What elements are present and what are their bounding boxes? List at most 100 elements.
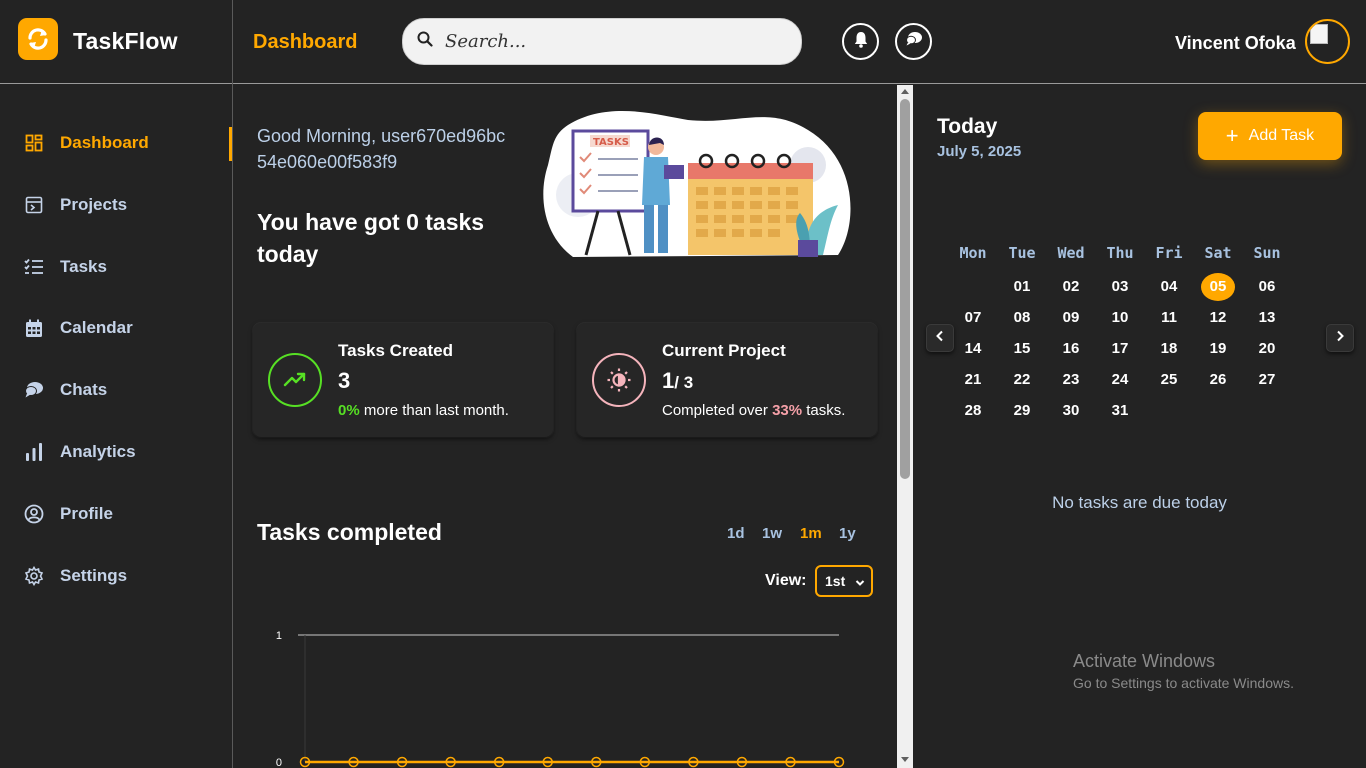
main-content: Good Morning, user670ed96bc54e060e00f583… xyxy=(233,85,897,768)
card-title: Current Project xyxy=(662,341,786,360)
tasks-created-card: Tasks Created 3 0% more than last month. xyxy=(253,323,553,437)
tasks-icon xyxy=(24,257,44,277)
card-subtext-pre: Completed over xyxy=(662,402,773,419)
card-value-current: 1 xyxy=(662,368,675,393)
view-select-value: 1st xyxy=(825,573,846,589)
calendar-day[interactable]: 31 xyxy=(1103,397,1137,425)
calendar-day[interactable]: 07 xyxy=(956,304,990,332)
brand-name: TaskFlow xyxy=(73,28,178,54)
add-task-button[interactable]: + Add Task xyxy=(1198,112,1342,160)
chart-y-tick-label: 0 xyxy=(276,757,282,768)
scrollbar-thumb[interactable] xyxy=(900,99,910,479)
calendar-day[interactable]: 15 xyxy=(1005,335,1039,363)
calendar-day[interactable]: 12 xyxy=(1201,304,1235,332)
card-percent: 0% xyxy=(338,402,360,419)
range-1m[interactable]: 1m xyxy=(800,525,822,542)
sidebar-item-chats[interactable]: Chats xyxy=(24,375,107,405)
broken-image-icon xyxy=(1310,24,1328,44)
calendar-day[interactable]: 04 xyxy=(1152,273,1186,301)
analytics-icon xyxy=(24,442,44,462)
calendar-day[interactable]: 14 xyxy=(956,335,990,363)
calendar-prev-button[interactable] xyxy=(926,324,954,352)
search-input[interactable] xyxy=(445,31,785,52)
sidebar-item-label: Calendar xyxy=(60,318,133,337)
calendar-day[interactable]: 06 xyxy=(1250,273,1284,301)
calendar-day[interactable]: 25 xyxy=(1152,366,1186,394)
svg-text:TASKS: TASKS xyxy=(593,137,629,148)
sidebar: Dashboard Projects Tasks Calendar Chats … xyxy=(0,85,232,768)
card-percent: 33% xyxy=(772,402,803,419)
sidebar-item-projects[interactable]: Projects xyxy=(24,190,127,220)
activate-windows-watermark: Activate Windows Go to Settings to activ… xyxy=(1073,651,1294,691)
range-1d[interactable]: 1d xyxy=(727,525,745,542)
today-heading: Today xyxy=(937,115,998,138)
main-scrollbar[interactable] xyxy=(897,85,913,768)
calendar-day[interactable]: 21 xyxy=(956,366,990,394)
sidebar-item-settings[interactable]: Settings xyxy=(24,561,127,591)
calendar-day[interactable]: 26 xyxy=(1201,366,1235,394)
notification-button[interactable] xyxy=(842,23,879,60)
active-indicator xyxy=(229,127,232,161)
calendar-day-selected[interactable]: 05 xyxy=(1201,273,1235,301)
card-subtext-label: more than last month. xyxy=(359,402,509,419)
sidebar-item-label: Dashboard xyxy=(60,133,149,152)
taskflow-logo-icon[interactable] xyxy=(18,18,58,60)
calendar-day[interactable]: 09 xyxy=(1054,304,1088,332)
scroll-down-icon[interactable] xyxy=(901,757,909,762)
calendar-next-button[interactable] xyxy=(1326,324,1354,352)
calendar-day[interactable]: 13 xyxy=(1250,304,1284,332)
bell-icon xyxy=(853,31,869,53)
sidebar-item-profile[interactable]: Profile xyxy=(24,499,113,529)
view-select[interactable]: 1st xyxy=(815,565,873,597)
search-icon xyxy=(417,31,433,52)
calendar-day[interactable]: 16 xyxy=(1054,335,1088,363)
calendar-weekday: Tue xyxy=(1008,244,1036,262)
calendar-day[interactable]: 23 xyxy=(1054,366,1088,394)
dashboard-icon xyxy=(24,133,44,153)
calendar-day[interactable]: 17 xyxy=(1103,335,1137,363)
calendar-weekday: Mon xyxy=(959,244,987,262)
calendar-day[interactable]: 22 xyxy=(1005,366,1039,394)
calendar-day[interactable]: 02 xyxy=(1054,273,1088,301)
sidebar-item-tasks[interactable]: Tasks xyxy=(24,252,107,282)
calendar-day[interactable]: 08 xyxy=(1005,304,1039,332)
trending-up-icon xyxy=(268,353,322,407)
calendar-day[interactable]: 20 xyxy=(1250,335,1284,363)
range-1y[interactable]: 1y xyxy=(839,525,856,542)
calendar-day[interactable]: 01 xyxy=(1005,273,1039,301)
page-title: Dashboard xyxy=(253,31,358,53)
chat-bubble-icon xyxy=(905,31,923,52)
chart-y-tick-label: 1 xyxy=(276,630,282,642)
scroll-up-icon[interactable] xyxy=(901,89,909,94)
no-tasks-message: No tasks are due today xyxy=(1052,493,1227,512)
calendar-weekday: Sun xyxy=(1253,244,1281,262)
card-value-total: / 3 xyxy=(674,373,694,392)
calendar-day[interactable]: 10 xyxy=(1103,304,1137,332)
sidebar-item-analytics[interactable]: Analytics xyxy=(24,437,136,467)
calendar-day[interactable]: 19 xyxy=(1201,335,1235,363)
calendar-day[interactable]: 29 xyxy=(1005,397,1039,425)
sidebar-item-calendar[interactable]: Calendar xyxy=(24,313,133,343)
calendar-day[interactable]: 03 xyxy=(1103,273,1137,301)
calendar-day[interactable]: 24 xyxy=(1103,366,1137,394)
current-project-card: Current Project 1/ 3 Completed over 33% … xyxy=(577,323,877,437)
today-date: July 5, 2025 xyxy=(937,143,1022,160)
avatar[interactable] xyxy=(1305,19,1350,64)
calendar-weekday: Sat xyxy=(1204,244,1232,262)
calendar-day[interactable]: 27 xyxy=(1250,366,1284,394)
calendar-day[interactable]: 11 xyxy=(1152,304,1186,332)
tasks-completed-title: Tasks completed xyxy=(257,519,442,545)
projects-icon xyxy=(24,195,44,215)
calendar-day[interactable]: 28 xyxy=(956,397,990,425)
settings-icon xyxy=(24,566,44,586)
watermark-title: Activate Windows xyxy=(1073,651,1216,671)
calendar-day[interactable]: 30 xyxy=(1054,397,1088,425)
messages-button[interactable] xyxy=(895,23,932,60)
chevron-down-icon xyxy=(855,575,865,591)
calendar-day[interactable]: 18 xyxy=(1152,335,1186,363)
watermark-subtitle: Go to Settings to activate Windows. xyxy=(1073,675,1294,691)
sidebar-item-dashboard[interactable]: Dashboard xyxy=(24,128,149,158)
range-1w[interactable]: 1w xyxy=(762,525,782,542)
search-bar[interactable] xyxy=(402,18,802,65)
calendar-weekday: Thu xyxy=(1106,244,1134,262)
